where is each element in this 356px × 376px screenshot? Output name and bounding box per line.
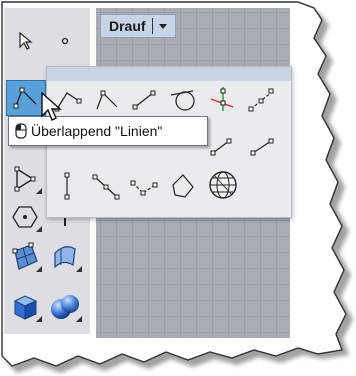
flyout-convert-line-button[interactable] bbox=[247, 133, 281, 163]
surface-tool-button[interactable] bbox=[6, 240, 44, 274]
flyout-vertical-line-button[interactable] bbox=[53, 171, 87, 201]
bisector-line-icon bbox=[248, 88, 274, 112]
box-tool-button[interactable] bbox=[6, 290, 44, 324]
flyout-tangent-line-button[interactable] bbox=[167, 87, 201, 117]
curve-icon bbox=[14, 166, 36, 192]
vertical-line-icon bbox=[64, 172, 70, 200]
flyout-line-from-midpoint-button[interactable] bbox=[91, 171, 125, 201]
point-icon bbox=[61, 37, 69, 45]
flyout-angled-line-button[interactable] bbox=[129, 171, 163, 201]
tab-separator bbox=[151, 18, 153, 34]
mouse-cursor-icon bbox=[41, 92, 62, 121]
surface-icon bbox=[12, 242, 38, 270]
line-segments-icon bbox=[132, 90, 156, 110]
flyout-perpendicular-line-button[interactable] bbox=[207, 133, 241, 163]
polygon-tool-button[interactable] bbox=[6, 200, 44, 234]
revolve-tool-button[interactable] bbox=[46, 240, 84, 274]
line-icon bbox=[96, 90, 118, 110]
tooltip: Überlappend "Linien" bbox=[8, 116, 208, 146]
polygon-icon bbox=[12, 206, 38, 228]
flyout-title-bar[interactable] bbox=[47, 67, 291, 81]
flyout-sphere-grid-button[interactable] bbox=[207, 169, 241, 199]
sphere-tool-button[interactable] bbox=[46, 290, 84, 324]
sphere-grid-icon bbox=[209, 171, 237, 199]
curve-tool-button[interactable] bbox=[6, 162, 44, 196]
angled-line-icon bbox=[130, 180, 158, 196]
flyout-line-button[interactable] bbox=[91, 87, 125, 117]
box-icon bbox=[13, 295, 38, 320]
flyout-line-from-normal-button[interactable] bbox=[207, 85, 241, 115]
tangent-line-icon bbox=[170, 90, 195, 111]
polygon-outline-icon bbox=[172, 174, 194, 198]
convert-line-icon bbox=[250, 138, 274, 156]
select-icon bbox=[19, 31, 33, 50]
flyout-line-segments-button[interactable] bbox=[129, 87, 163, 117]
viewport-title-tab[interactable]: Drauf bbox=[100, 14, 176, 38]
revolve-icon bbox=[54, 246, 76, 269]
left-mouse-button-icon bbox=[15, 123, 27, 139]
polyline-icon bbox=[13, 87, 37, 109]
line-from-normal-icon bbox=[210, 87, 234, 111]
flyout-polygon-outline-button[interactable] bbox=[167, 171, 201, 201]
line-from-midpoint-icon bbox=[92, 174, 120, 200]
tooltip-text: Überlappend "Linien" bbox=[31, 123, 163, 139]
point-tool-button[interactable] bbox=[46, 24, 84, 58]
flyout-bisector-line-button[interactable] bbox=[247, 87, 281, 117]
viewport-title: Drauf bbox=[109, 18, 146, 34]
chevron-down-icon[interactable] bbox=[158, 23, 167, 29]
select-tool-button[interactable] bbox=[6, 24, 44, 58]
perpendicular-line-icon bbox=[210, 138, 232, 156]
